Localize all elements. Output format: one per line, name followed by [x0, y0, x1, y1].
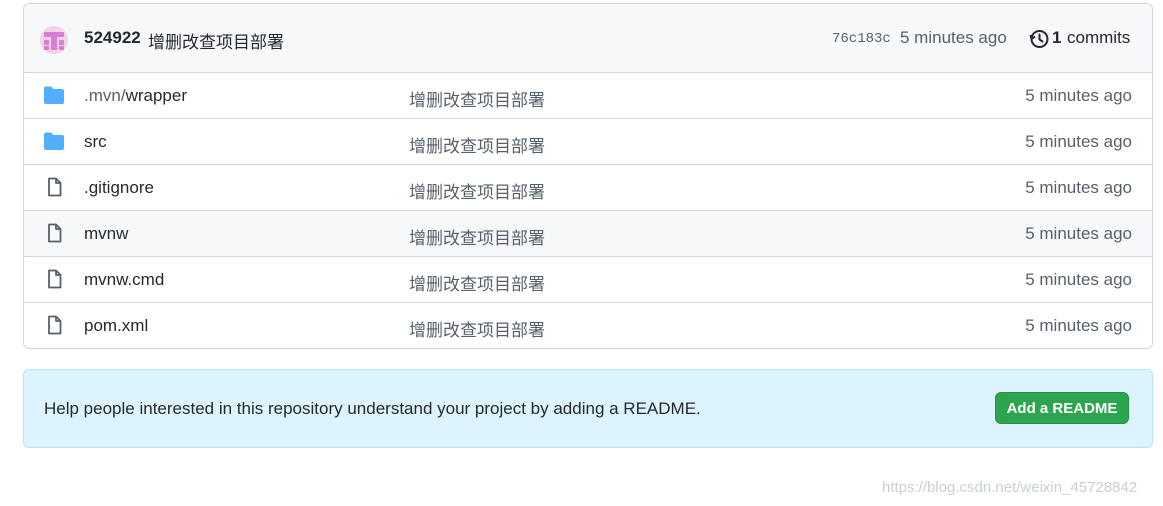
folder-icon [43, 131, 65, 151]
file-icon [43, 269, 65, 289]
file-list: .mvn/wrapper 增删改查项目部署 5 minutes ago src 增删改查… [24, 73, 1152, 348]
watermark: https://blog.csdn.net/weixin_45728842 [882, 479, 1138, 496]
history-icon[interactable] [1028, 28, 1050, 50]
file-commit-message-link[interactable]: 增删改查项目部署 [409, 224, 545, 249]
commit-count[interactable]: 1 [1052, 28, 1061, 48]
commit-message-link[interactable]: 增删改查项目部署 [148, 28, 284, 53]
file-commit-message-link[interactable]: 增删改查项目部署 [409, 132, 545, 157]
commit-author-link[interactable]: 524922 [84, 28, 141, 48]
readme-banner: Help people interested in this repositor… [23, 369, 1153, 448]
file-name-text: src [84, 132, 107, 151]
file-commit-time: 5 minutes ago [1025, 86, 1132, 105]
file-commit-time: 5 minutes ago [1025, 132, 1132, 151]
file-browser: 524922 增删改查项目部署 76c183c 5 minutes ago 1 … [23, 3, 1153, 349]
file-path-prefix: .mvn/ [84, 86, 126, 105]
file-name-text: wrapper [125, 86, 187, 105]
file-icon [43, 315, 65, 335]
file-name-text: .gitignore [84, 178, 154, 197]
file-row[interactable]: src 增删改查项目部署 5 minutes ago [24, 119, 1152, 165]
file-commit-message-link[interactable]: 增删改查项目部署 [409, 316, 545, 341]
readme-banner-text: Help people interested in this repositor… [44, 399, 701, 418]
file-row[interactable]: mvnw.cmd 增删改查项目部署 5 minutes ago [24, 257, 1152, 303]
folder-icon [43, 85, 65, 105]
file-commit-message-link[interactable]: 增删改查项目部署 [409, 86, 545, 111]
file-commit-message-link[interactable]: 增删改查项目部署 [409, 270, 545, 295]
file-name-link[interactable]: .mvn/wrapper [84, 86, 187, 106]
file-name-text: pom.xml [84, 316, 149, 335]
latest-commit-bar: 524922 增删改查项目部署 76c183c 5 minutes ago 1 … [24, 4, 1152, 73]
file-icon [43, 223, 65, 243]
file-name-link[interactable]: src [84, 132, 107, 152]
file-name-text: mvnw [84, 224, 129, 243]
file-row[interactable]: pom.xml 增删改查项目部署 5 minutes ago [24, 303, 1152, 348]
file-commit-time: 5 minutes ago [1025, 316, 1132, 335]
file-row[interactable]: .gitignore 增删改查项目部署 5 minutes ago [24, 165, 1152, 211]
file-name-link[interactable]: pom.xml [84, 316, 148, 336]
commit-time: 5 minutes ago [900, 28, 1007, 47]
file-name-link[interactable]: mvnw.cmd [84, 270, 164, 290]
user-avatar[interactable] [40, 26, 68, 54]
file-commit-time: 5 minutes ago [1025, 224, 1132, 243]
file-commit-time: 5 minutes ago [1025, 178, 1132, 197]
file-name-text: mvnw.cmd [84, 270, 165, 289]
file-commit-message-link[interactable]: 增删改查项目部署 [409, 178, 545, 203]
commits-link[interactable]: commits [1067, 28, 1130, 48]
commit-hash-link[interactable]: 76c183c [832, 31, 891, 47]
file-row[interactable]: mvnw 增删改查项目部署 5 minutes ago [24, 211, 1152, 257]
file-name-link[interactable]: .gitignore [84, 178, 154, 198]
file-row[interactable]: .mvn/wrapper 增删改查项目部署 5 minutes ago [24, 73, 1152, 119]
file-icon [43, 177, 65, 197]
file-name-link[interactable]: mvnw [84, 224, 128, 244]
add-readme-button[interactable]: Add a README [995, 392, 1129, 424]
file-commit-time: 5 minutes ago [1025, 270, 1132, 289]
